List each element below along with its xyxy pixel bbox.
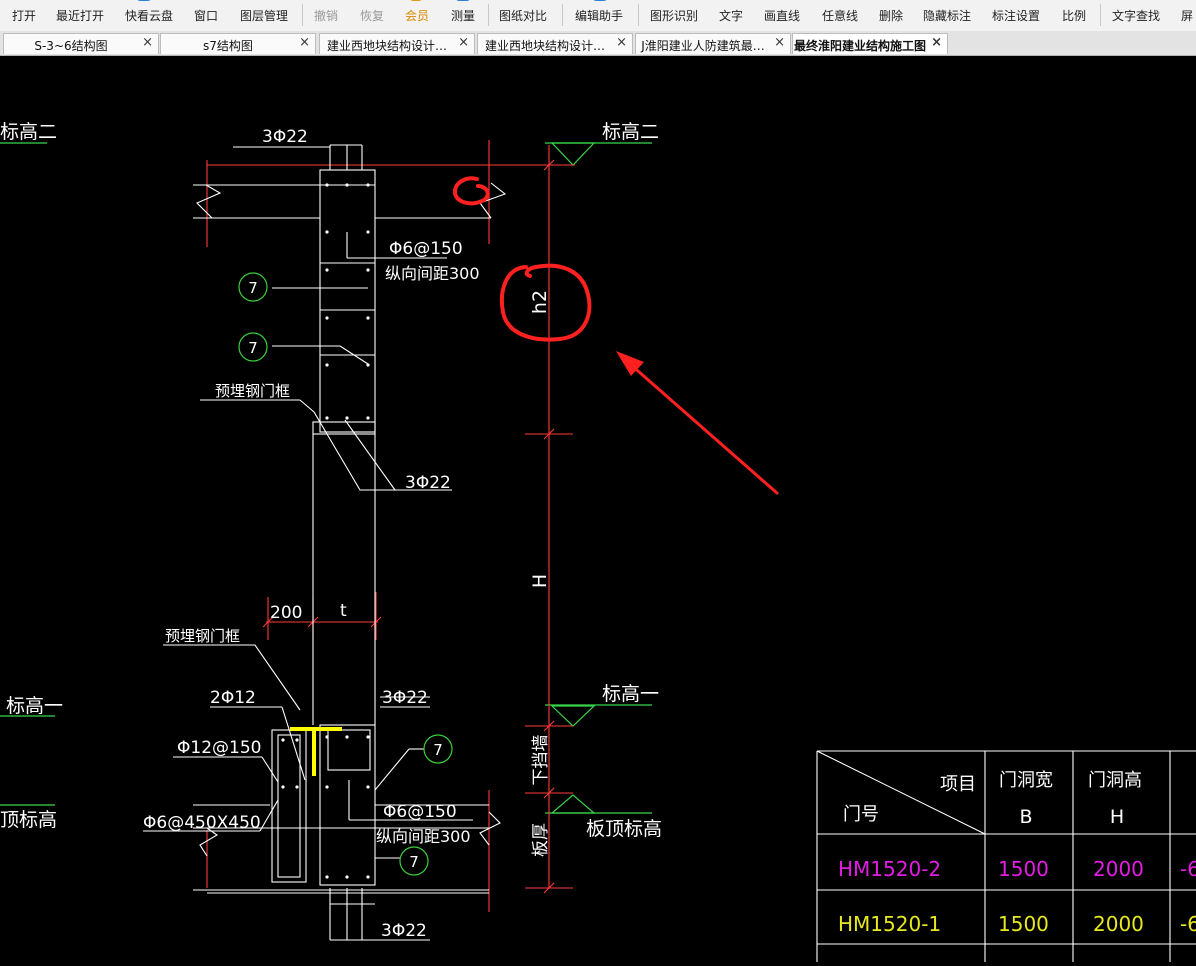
- table-cell-width: 1500: [998, 857, 1049, 881]
- measure-button[interactable]: 测量: [451, 7, 475, 24]
- drawing-canvas[interactable]: 标高二 标高二 标高一 标高一 顶标高 板顶标高 7 7 7 7 3Φ22 Φ6…: [0, 56, 1196, 962]
- callout-number: 7: [248, 279, 258, 297]
- grid-phi6-label: Φ6@450X450: [143, 813, 261, 833]
- free-line-button[interactable]: 任意线: [822, 7, 858, 24]
- toolbar-divider: [638, 4, 639, 26]
- table-cell-height: 2000: [1093, 912, 1144, 936]
- close-icon[interactable]: ×: [774, 35, 785, 50]
- close-icon[interactable]: ×: [931, 35, 942, 50]
- ruler-icon: [456, 0, 470, 1]
- table-header-height: 门洞高: [1088, 770, 1142, 791]
- delete-button[interactable]: 删除: [879, 7, 903, 24]
- close-icon[interactable]: ×: [142, 35, 153, 50]
- tab-label: s7结构图: [203, 39, 253, 53]
- h2-dimension-label: h2: [529, 290, 551, 314]
- hide-marks-button[interactable]: 隐藏标注: [923, 7, 971, 24]
- H-dimension-label: H: [529, 574, 551, 588]
- document-tab-bar: S-3~6结构图 × s7结构图 × 建业西地块结构设计… × 建业西地块结构设…: [0, 31, 1196, 56]
- stirrup-phi12-label: Φ12@150: [177, 738, 261, 758]
- tab-label: 最终淮阳建业结构施工图: [794, 39, 927, 53]
- toolbar-divider: [562, 4, 563, 26]
- table-header-item: 项目: [940, 774, 976, 795]
- redo-button[interactable]: 恢复: [360, 7, 384, 24]
- tab-s3-6[interactable]: S-3~6结构图 ×: [3, 33, 159, 54]
- close-icon[interactable]: ×: [458, 35, 469, 50]
- elev2-right-label: 标高二: [602, 121, 659, 143]
- screen-button[interactable]: 屏: [1181, 7, 1193, 24]
- undo-button[interactable]: 撤销: [314, 7, 338, 24]
- cloud-button[interactable]: 快看云盘: [125, 7, 173, 24]
- toolbar-divider: [488, 4, 489, 26]
- recent-button[interactable]: 最近打开: [56, 7, 104, 24]
- close-icon[interactable]: ×: [616, 35, 627, 50]
- slab-top-left-label: 顶标高: [0, 809, 57, 831]
- draw-line-button[interactable]: 画直线: [764, 7, 800, 24]
- mark-settings-button[interactable]: 标注设置: [992, 7, 1040, 24]
- elev1-right-label: 标高一: [602, 683, 659, 705]
- open-button[interactable]: 打开: [12, 7, 36, 24]
- bottom-bars-label: 3Φ22: [381, 921, 427, 941]
- slab-thickness-label: 板厚: [531, 823, 551, 857]
- cad-drawing: 标高二 标高二 标高一 标高一 顶标高 板顶标高 7 7 7 7 3Φ22 Φ6…: [0, 56, 1196, 962]
- window-button[interactable]: 窗口: [194, 7, 218, 24]
- table-header-width-symbol: B: [1019, 806, 1032, 828]
- member-button[interactable]: 会员: [405, 7, 429, 24]
- table-header-height-symbol: H: [1110, 806, 1124, 828]
- table-cell-width: 1500: [998, 912, 1049, 936]
- table-cell-extra: -6: [1180, 857, 1196, 881]
- bars-2phi12-label: 2Φ12: [210, 688, 256, 708]
- embedded-frame-bottom-label: 预埋钢门框: [165, 627, 240, 645]
- table-header-width: 门洞宽: [999, 770, 1053, 791]
- text-button[interactable]: 文字: [719, 7, 743, 24]
- table-header-door-no: 门号: [843, 804, 879, 825]
- callout-number: 7: [409, 853, 419, 871]
- table-row: HM1520-1 1500 2000 -6: [838, 912, 1196, 936]
- dim-200-label: 200: [270, 603, 302, 623]
- stirrup-top-label: Φ6@150: [389, 239, 463, 259]
- lower-bars-label: 3Φ22: [382, 688, 428, 708]
- elev2-left-label: 标高二: [0, 121, 57, 143]
- tab-final-structure[interactable]: 最终淮阳建业结构施工图 ×: [792, 33, 948, 54]
- dim-t-label: t: [340, 601, 347, 621]
- compare-button[interactable]: 图纸对比: [499, 7, 547, 24]
- tab-label: 建业西地块结构设计…: [484, 39, 605, 53]
- table-cell-height: 2000: [1093, 857, 1144, 881]
- assistant-icon: [593, 0, 607, 1]
- scale-button[interactable]: 比例: [1062, 7, 1086, 24]
- table-cell-door-id: HM1520-1: [838, 912, 941, 936]
- toolbar: 打开 最近打开 快看云盘 窗口 图层管理 撤销 恢复 会员 测量 图纸对比 编辑…: [0, 0, 1196, 32]
- callout-number: 7: [433, 741, 443, 759]
- tab-label: 建业西地块结构设计…: [326, 39, 447, 53]
- mid-bars-label: 3Φ22: [405, 473, 451, 493]
- elev1-left-label: 标高一: [6, 695, 63, 717]
- text-search-button[interactable]: 文字查找: [1112, 7, 1160, 24]
- tab-jianye-west-1[interactable]: 建业西地块结构设计… ×: [319, 33, 475, 54]
- toolbar-divider: [302, 4, 303, 26]
- toolbar-divider: [1100, 4, 1101, 26]
- tab-label: J淮阳建业人防建筑最…: [641, 39, 765, 53]
- spacing-lower-label: 纵向间距300: [376, 827, 471, 846]
- cloud-icon: [137, 0, 151, 1]
- table-row: HM1520-2 1500 2000 -6: [838, 857, 1196, 881]
- lower-wall-label: 下挡墙: [531, 735, 551, 786]
- tab-label: S-3~6结构图: [34, 39, 108, 53]
- layers-button[interactable]: 图层管理: [240, 7, 288, 24]
- embedded-frame-top-label: 预埋钢门框: [215, 382, 290, 400]
- tab-s7[interactable]: s7结构图 ×: [160, 33, 316, 54]
- callout-number: 7: [248, 339, 258, 357]
- edit-assistant-button[interactable]: 编辑助手: [575, 7, 623, 24]
- spacing-top-label: 纵向间距300: [385, 264, 480, 283]
- stirrup-lower-label: Φ6@150: [383, 802, 457, 822]
- crown-icon: [410, 0, 422, 1]
- slab-top-right-label: 板顶标高: [586, 818, 662, 840]
- top-bars-label: 3Φ22: [262, 127, 308, 147]
- shape-recognize-button[interactable]: 图形识别: [650, 7, 698, 24]
- table-cell-extra: -6: [1180, 912, 1196, 936]
- table-cell-door-id: HM1520-2: [838, 857, 941, 881]
- close-icon[interactable]: ×: [299, 35, 310, 50]
- tab-civil-defense[interactable]: J淮阳建业人防建筑最… ×: [635, 33, 791, 54]
- tab-jianye-west-2[interactable]: 建业西地块结构设计… ×: [477, 33, 633, 54]
